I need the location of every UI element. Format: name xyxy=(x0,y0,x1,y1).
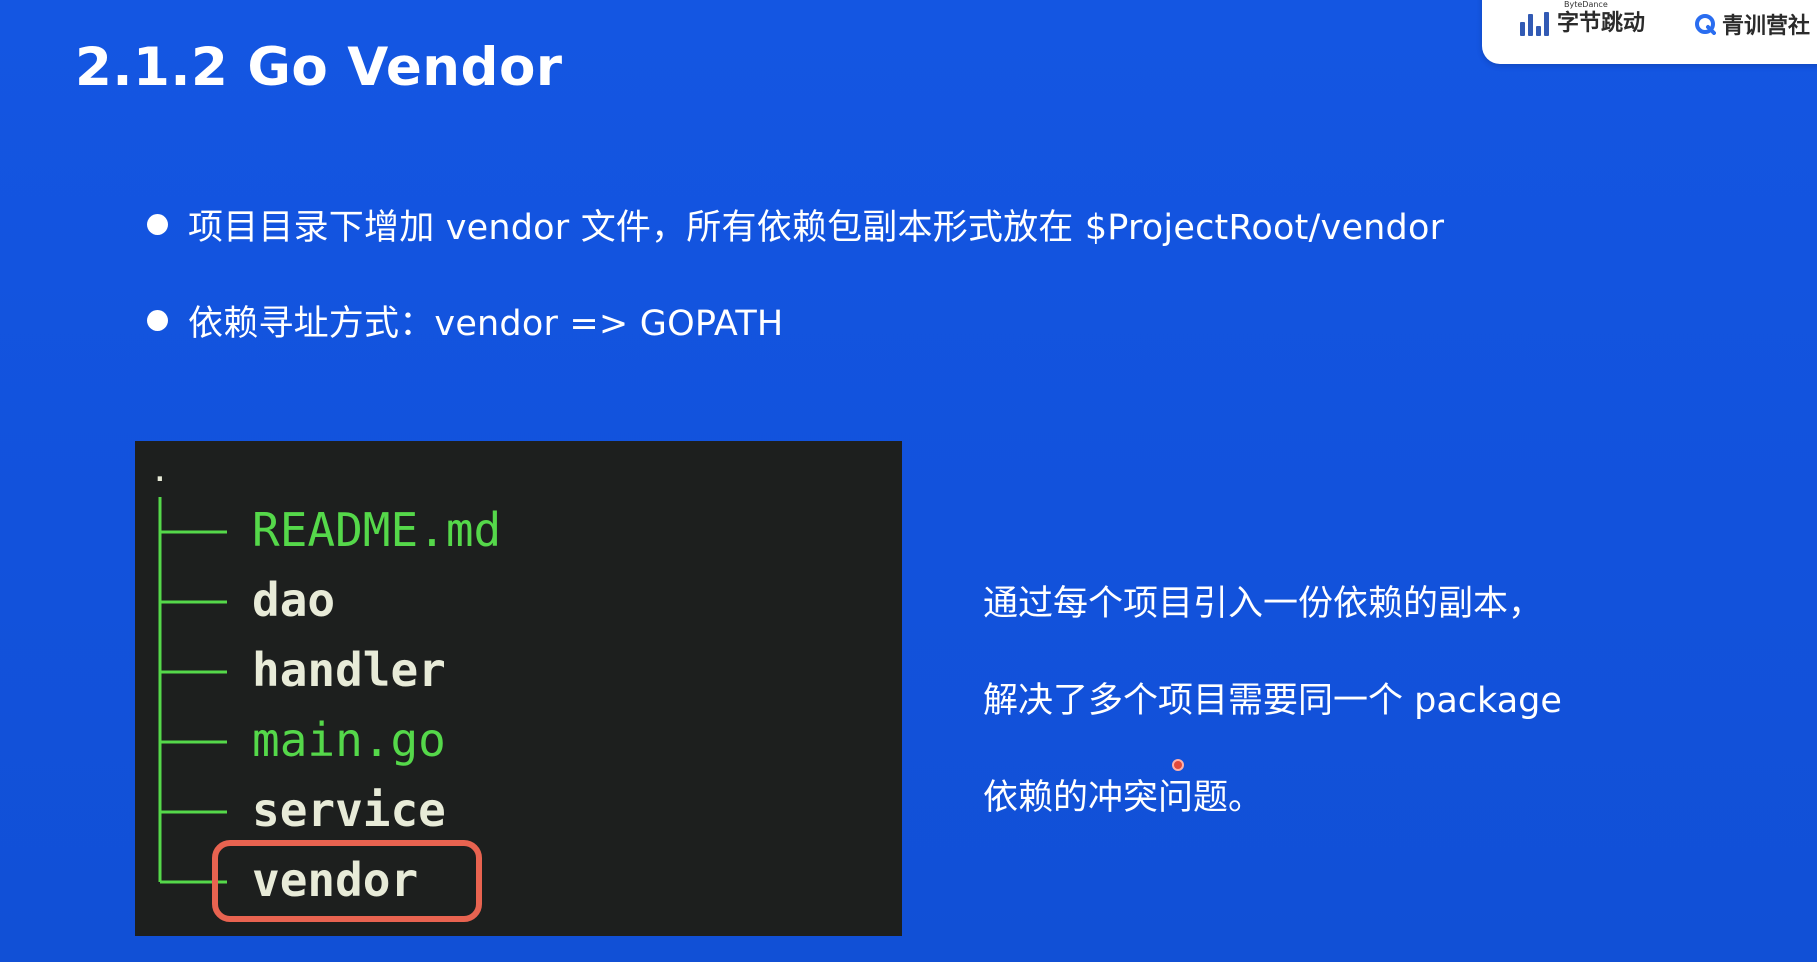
bullet-list: 项目目录下增加 vendor 文件，所有依赖包副本形式放在 $ProjectRo… xyxy=(147,200,1444,392)
bullet-dot-icon xyxy=(147,309,168,331)
bullet-item: 项目目录下增加 vendor 文件，所有依赖包副本形式放在 $ProjectRo… xyxy=(147,200,1444,248)
tree-item-readme: README.md xyxy=(252,503,502,557)
bytedance-logo: 字节跳动 xyxy=(1520,6,1645,36)
note-line: 通过每个项目引入一份依赖的副本， xyxy=(983,584,1544,624)
camp-q-icon xyxy=(1695,14,1716,35)
camp-logo: 青训营社 xyxy=(1694,8,1810,40)
tree-item-main-go: main.go xyxy=(252,713,446,767)
bytedance-bars-icon xyxy=(1520,12,1549,36)
tree-item-service: service xyxy=(252,783,446,837)
vendor-highlight-box xyxy=(212,840,482,922)
slide-title: 2.1.2 Go Vendor xyxy=(75,37,563,98)
camp-label: 青训营社 xyxy=(1722,14,1811,39)
bullet-dot-icon xyxy=(147,213,168,235)
tree-item-handler: handler xyxy=(252,643,446,697)
tree-root-dot: . xyxy=(152,458,168,488)
explanation-note: 通过每个项目引入一份依赖的副本， 解决了多个项目需要同一个 package 依赖… xyxy=(983,580,1562,871)
pointer-cursor-icon xyxy=(1172,759,1184,771)
bullet-text: 项目目录下增加 vendor 文件，所有依赖包副本形式放在 $ProjectRo… xyxy=(188,207,1445,248)
note-line: 解决了多个项目需要同一个 package xyxy=(983,681,1562,721)
bytedance-label: 字节跳动 xyxy=(1557,11,1646,36)
note-line: 依赖的冲突问题。 xyxy=(983,778,1264,818)
bullet-text: 依赖寻址方式：vendor => GOPATH xyxy=(188,303,784,344)
tree-item-dao: dao xyxy=(252,573,336,627)
bullet-item: 依赖寻址方式：vendor => GOPATH xyxy=(147,296,1444,344)
